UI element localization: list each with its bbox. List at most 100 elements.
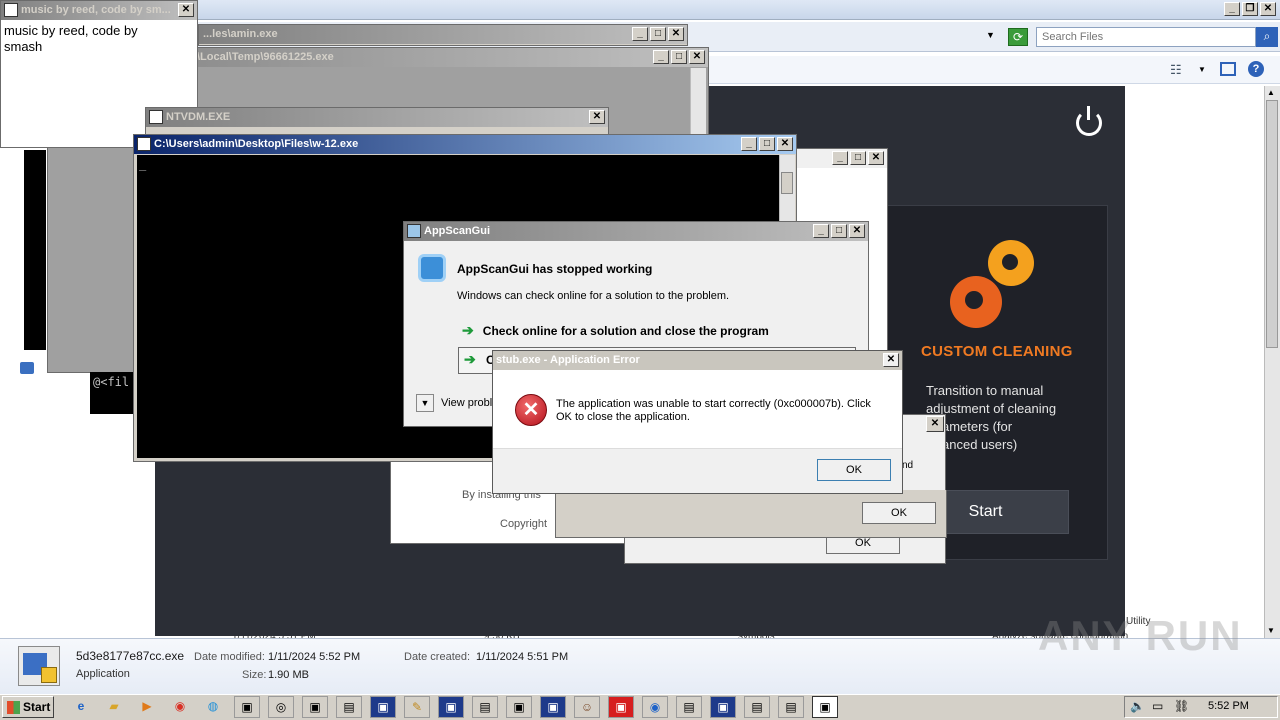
- taskbar-app-4[interactable]: ▤: [336, 696, 362, 718]
- taskbar-app-18[interactable]: ▣: [812, 696, 838, 718]
- console-cursor: _: [139, 157, 147, 171]
- explorer-icon[interactable]: ▰: [101, 696, 127, 718]
- music-window-controls: ✕: [178, 3, 194, 17]
- w12-scroll-thumb[interactable]: [781, 172, 793, 194]
- appscan-title: AppScanGui: [424, 225, 491, 237]
- views-icon[interactable]: ☷: [1170, 62, 1182, 78]
- taskbar-app-16[interactable]: ▤: [744, 696, 770, 718]
- close-button[interactable]: ✕: [849, 224, 865, 238]
- stub-error-message-2: OK to close the application.: [556, 411, 690, 423]
- minimize-button[interactable]: _: [632, 27, 648, 41]
- taskbar-app-12[interactable]: ▣: [608, 696, 634, 718]
- minimize-button[interactable]: _: [653, 50, 669, 64]
- address-dropdown-icon[interactable]: ▼: [986, 30, 995, 40]
- power-icon-line: [1087, 106, 1090, 120]
- close-button[interactable]: ✕: [1260, 2, 1276, 16]
- taskbar-app-11[interactable]: ☺: [574, 696, 600, 718]
- music-title: music by reed, code by sm...: [21, 4, 171, 16]
- views-dropdown-icon[interactable]: ▼: [1198, 65, 1206, 74]
- maximize-button[interactable]: □: [831, 224, 847, 238]
- taskbar-app-13[interactable]: ◉: [642, 696, 668, 718]
- second-error-ok-button[interactable]: OK: [862, 502, 936, 524]
- chrome-icon[interactable]: ◉: [167, 696, 193, 718]
- maximize-button[interactable]: □: [759, 137, 775, 151]
- media-player-icon[interactable]: ▶: [134, 696, 160, 718]
- check-online-label: Check online for a solution and close th…: [482, 324, 769, 338]
- appscan-subtext: Windows can check online for a solution …: [457, 290, 730, 302]
- taskbar-app-14[interactable]: ▤: [676, 696, 702, 718]
- close-button[interactable]: ✕: [777, 137, 793, 151]
- close-button[interactable]: ✕: [589, 110, 605, 124]
- ntvdm-title: NTVDM.EXE: [166, 111, 231, 123]
- maximize-button[interactable]: □: [671, 50, 687, 64]
- installer-window-controls: _ □ ✕: [832, 151, 884, 165]
- taskbar-app-17[interactable]: ▤: [778, 696, 804, 718]
- edge-icon[interactable]: ◍: [200, 696, 226, 718]
- custom-cleaning-heading: CUSTOM CLEANING: [921, 343, 1073, 360]
- taskbar-app-15[interactable]: ▣: [710, 696, 736, 718]
- volume-icon[interactable]: 🔈: [1130, 699, 1145, 713]
- safely-remove-icon[interactable]: ⛓: [1174, 699, 1189, 713]
- close-button[interactable]: ✕: [178, 3, 194, 17]
- network-icon[interactable]: [20, 362, 34, 374]
- tray-clock: 5:52 PM: [1208, 700, 1249, 712]
- appscan-titlebar: AppScanGui: [404, 222, 868, 241]
- taskbar-app-6[interactable]: ✎: [404, 696, 430, 718]
- view-details-toggle[interactable]: ▼: [416, 394, 434, 412]
- taskbar-app-5[interactable]: ▣: [370, 696, 396, 718]
- scroll-up-icon[interactable]: ▲: [1267, 88, 1275, 97]
- date-created-label: Date created:: [404, 651, 471, 663]
- amin-exe-titlebar: ...les\amin.exe: [199, 25, 687, 44]
- ntvdm-icon: [149, 110, 163, 124]
- check-online-option[interactable]: ➔ Check online for a solution and close …: [462, 322, 842, 340]
- stub-error-ok-button[interactable]: OK: [817, 459, 891, 481]
- maximize-button[interactable]: □: [850, 151, 866, 165]
- taskbar-app-2[interactable]: ◎: [268, 696, 294, 718]
- taskbar-app-3[interactable]: ▣: [302, 696, 328, 718]
- taskbar-app-7[interactable]: ▣: [438, 696, 464, 718]
- details-file-name: 5d3e8177e87cc.exe: [76, 649, 185, 663]
- taskbar-app-10[interactable]: ▣: [540, 696, 566, 718]
- taskbar-app-9[interactable]: ▣: [506, 696, 532, 718]
- minimize-button[interactable]: _: [813, 224, 829, 238]
- preview-pane-icon[interactable]: [1220, 62, 1236, 76]
- scroll-down-icon[interactable]: ▼: [1267, 626, 1275, 635]
- amin-exe-window-controls: _ □ ✕: [632, 27, 684, 41]
- minimize-button[interactable]: _: [1224, 2, 1240, 16]
- temp-exe-window-controls: _ □ ✕: [653, 50, 705, 64]
- stub-error-window-controls: ✕: [883, 353, 899, 367]
- close-button[interactable]: ✕: [868, 151, 884, 165]
- ntvdm-console-text: @<fil: [93, 375, 130, 389]
- help-icon[interactable]: ?: [1248, 61, 1264, 77]
- appscan-heading: AppScanGui has stopped working: [457, 262, 653, 276]
- close-button[interactable]: ✕: [689, 50, 705, 64]
- start-button[interactable]: Start: [2, 696, 54, 718]
- refresh-icon[interactable]: ⟳: [1008, 28, 1028, 46]
- maximize-button[interactable]: □: [650, 27, 666, 41]
- w12-title: C:\Users\admin\Desktop\Files\w-12.exe: [154, 138, 359, 150]
- search-input[interactable]: [1036, 27, 1256, 47]
- taskbar-app-8[interactable]: ▤: [472, 696, 498, 718]
- close-button[interactable]: ✕: [883, 353, 899, 367]
- custom-cleaning-desc-1: Transition to manual: [926, 383, 1044, 398]
- close-button[interactable]: ✕: [668, 27, 684, 41]
- system-tray: [1124, 696, 1278, 718]
- view-problem-label[interactable]: View probl: [441, 397, 492, 409]
- minimize-button[interactable]: _: [741, 137, 757, 151]
- network-tray-icon[interactable]: ▭: [1152, 699, 1163, 713]
- behind-dialog-close[interactable]: ✕: [926, 416, 944, 432]
- restore-button[interactable]: ❐: [1242, 2, 1258, 16]
- app-icon: [4, 3, 18, 17]
- behind-dialog-text: nd: [902, 460, 914, 471]
- search-icon[interactable]: ⌕: [1256, 27, 1278, 47]
- taskbar-app-1[interactable]: ▣: [234, 696, 260, 718]
- details-file-type: Application: [76, 668, 130, 680]
- console-app-icon: [137, 137, 151, 151]
- green-arrow-icon: ➔: [464, 351, 476, 367]
- scrollbar-thumb[interactable]: [1266, 100, 1278, 348]
- ie-icon[interactable]: e: [68, 696, 94, 718]
- size-value: 1.90 MB: [268, 669, 309, 681]
- minimize-button[interactable]: _: [832, 151, 848, 165]
- music-text-line-2: smash: [4, 39, 43, 54]
- stub-error-titlebar: stub.exe - Application Error: [493, 351, 902, 370]
